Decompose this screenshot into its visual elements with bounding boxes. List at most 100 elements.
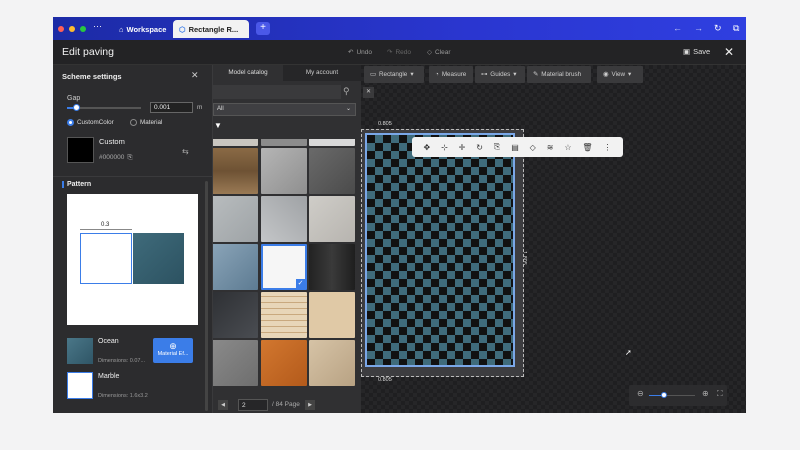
undo-button[interactable]: ↶ Undo — [348, 48, 372, 57]
pattern-tile-blue[interactable] — [133, 233, 184, 284]
tab-workspace[interactable]: ⌂ Workspace — [113, 20, 172, 38]
checkmark-icon: ✓ — [296, 279, 305, 288]
copy-icon[interactable]: ⎘ — [127, 154, 132, 162]
undo-label: Undo — [356, 48, 372, 56]
cube-icon: ⬡ — [179, 24, 186, 34]
tile-black-panel[interactable] — [309, 244, 355, 290]
save-button[interactable]: ▣ Save — [683, 47, 710, 56]
split-icon[interactable]: ▤ — [511, 143, 519, 152]
color-swatch[interactable] — [67, 137, 94, 163]
tile-top-2[interactable] — [261, 139, 307, 146]
rectangle-icon: ▭ — [370, 71, 376, 78]
refresh-icon[interactable]: ↻ — [714, 23, 722, 34]
maximize-window-dot[interactable] — [80, 25, 86, 32]
page-title: Edit paving — [62, 46, 114, 58]
gap-input[interactable]: 0.001 — [150, 102, 193, 113]
tile-top-1[interactable] — [213, 139, 258, 146]
paving-canvas[interactable]: ▭ Rectangle ▾ ◔ Measure ⊶ Guides ▾ ✎ Material … — [361, 65, 746, 413]
forward-arrow-icon[interactable]: → — [694, 23, 703, 33]
material-effect-button[interactable]: ⊕ Material Ef... — [153, 338, 193, 363]
guides-tool[interactable]: ⊶ Guides ▾ — [475, 66, 525, 83]
tile-beige-stone[interactable] — [309, 340, 355, 386]
more-icon[interactable]: ··· — [93, 21, 102, 31]
gap-slider-handle[interactable] — [73, 104, 80, 111]
scrollbar[interactable] — [205, 181, 208, 411]
zoom-control: ⊖ ⊕ ⛶ — [629, 385, 727, 406]
tile-grey-block[interactable] — [213, 340, 258, 386]
minimize-window-dot[interactable] — [69, 25, 75, 32]
measure-icon: ◔ — [435, 71, 439, 78]
window-icon[interactable]: ⧉ — [733, 23, 739, 34]
rotate-icon[interactable]: ↻ — [476, 143, 483, 152]
clear-button[interactable]: ◇ Clear — [427, 48, 451, 57]
tile-dark-marble[interactable] — [213, 292, 258, 338]
tile-light-stone-3[interactable] — [309, 196, 355, 242]
pattern-tile-white[interactable] — [80, 233, 132, 284]
redo-button[interactable]: ↷ Redo — [387, 48, 411, 57]
eraser-icon: ◇ — [427, 49, 432, 56]
fit-screen-icon[interactable]: ⛶ — [717, 389, 723, 399]
tile-orange[interactable] — [261, 340, 307, 386]
page-input[interactable]: 2 — [238, 399, 268, 411]
dimension-line — [80, 229, 132, 230]
filter-select[interactable]: All ⌄ — [213, 103, 356, 116]
pattern-preview: 0.3 — [67, 194, 198, 325]
search-icon[interactable]: ⚲ — [343, 86, 350, 97]
gap-slider[interactable] — [67, 104, 141, 111]
tile-sand[interactable] — [309, 292, 355, 338]
material-catalog: Model catalog My account ⚲ All ⌄ ▼ ✓ ◀ 2… — [213, 65, 361, 413]
radio-material[interactable]: Material — [130, 119, 162, 126]
back-arrow-icon[interactable]: ← — [673, 23, 682, 33]
eraser-icon[interactable]: ◇ — [530, 143, 536, 152]
filter-icon[interactable]: ▼ — [214, 121, 222, 130]
tile-dark-stone[interactable] — [309, 148, 355, 194]
app-window: ··· ⌂ Workspace ⬡ Rectangle R... + ← → ↻… — [53, 17, 746, 413]
more-vertical-icon[interactable]: ⋮ — [603, 143, 611, 152]
prev-page-button[interactable]: ◀ — [218, 400, 228, 410]
radio-checked-icon — [67, 119, 74, 126]
paving-area[interactable] — [361, 129, 524, 377]
gap-label: Gap — [67, 95, 81, 102]
tile-light-stone-2[interactable] — [261, 196, 307, 242]
view-tool[interactable]: ◉ View ▾ — [597, 66, 643, 83]
mirror-icon[interactable]: ⎘ — [494, 142, 500, 152]
title-bar: ··· ⌂ Workspace ⬡ Rectangle R... + ← → ↻… — [53, 17, 746, 40]
layers-icon[interactable]: ≋ — [547, 143, 554, 152]
guides-label: Guides — [490, 71, 511, 78]
tile-top-3[interactable] — [309, 139, 355, 146]
material-item-marble[interactable]: Marble Dimensions: 1.6x3.2 — [67, 372, 197, 400]
tab-my-account[interactable]: My account — [283, 65, 361, 81]
tab-model-catalog[interactable]: Model catalog — [213, 65, 283, 81]
tile-greek-key[interactable] — [261, 292, 307, 338]
tab-rectangle[interactable]: ⬡ Rectangle R... — [173, 20, 249, 38]
trash-icon[interactable]: 🗑 — [582, 143, 592, 152]
close-window-dot[interactable] — [58, 25, 64, 32]
snap-move-icon[interactable]: ⊹ — [441, 143, 448, 152]
tile-blue-marble[interactable] — [213, 244, 258, 290]
collapse-panel-icon[interactable]: ✕ — [363, 87, 374, 98]
search-input[interactable] — [213, 85, 341, 99]
material-item-ocean[interactable]: Ocean Dimensions: 0.07... ⊕ Material Ef.… — [67, 337, 197, 365]
new-tab-button[interactable]: + — [256, 22, 270, 35]
tile-grey-stone[interactable] — [261, 148, 307, 194]
close-panel-icon[interactable]: ✕ — [191, 70, 199, 81]
tile-light-stone-1[interactable] — [213, 196, 258, 242]
align-icon[interactable]: ✛ — [459, 143, 466, 152]
zoom-out-icon[interactable]: ⊖ — [637, 389, 644, 398]
zoom-slider[interactable] — [649, 392, 695, 398]
swap-icon[interactable]: ⇆ — [182, 147, 189, 156]
zoom-slider-handle[interactable] — [661, 392, 667, 398]
move-icon[interactable]: ✥ — [423, 143, 430, 152]
close-icon[interactable]: ✕ — [724, 45, 734, 59]
rectangle-tool[interactable]: ▭ Rectangle ▾ — [364, 66, 424, 83]
radio-customcolor-label: CustomColor — [77, 119, 114, 126]
measure-tool[interactable]: ◔ Measure — [429, 66, 473, 83]
radio-customcolor[interactable]: CustomColor — [67, 119, 114, 126]
tile-white-selected[interactable]: ✓ — [261, 244, 307, 290]
star-icon[interactable]: ☆ — [564, 143, 571, 152]
material-brush-tool[interactable]: ✎ Material brush — [527, 66, 591, 83]
tile-wood[interactable] — [213, 148, 258, 194]
pattern-title: Pattern — [67, 181, 92, 188]
next-page-button[interactable]: ▶ — [305, 400, 315, 410]
zoom-in-icon[interactable]: ⊕ — [702, 389, 709, 398]
